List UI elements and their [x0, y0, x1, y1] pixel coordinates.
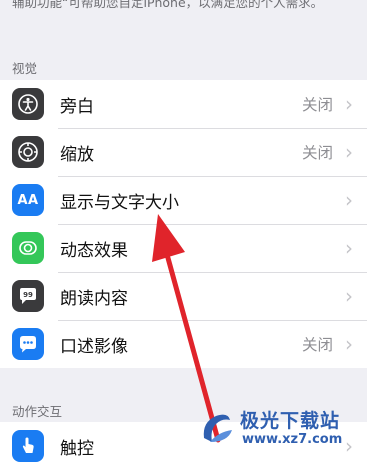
audio-description-icon [12, 328, 44, 360]
row-spoken-content[interactable]: 99 朗读内容 › [0, 272, 367, 320]
chevron-right-icon: › [345, 332, 353, 356]
zoom-icon [12, 136, 44, 168]
row-value: 关闭 [301, 96, 333, 114]
row-audio-description[interactable]: 口述影像 关闭 › [0, 320, 367, 368]
chevron-right-icon: › [345, 140, 353, 164]
chevron-right-icon: › [345, 236, 353, 260]
row-zoom[interactable]: 缩放 关闭 › [0, 128, 367, 176]
row-label: 动态效果 [60, 240, 128, 261]
row-motion[interactable]: 动态效果 › [0, 224, 367, 272]
spoken-content-icon: 99 [12, 280, 44, 312]
row-value: 关闭 [301, 336, 333, 354]
watermark-logo-icon [203, 414, 232, 442]
svg-text:99: 99 [23, 291, 33, 299]
row-label: 缩放 [60, 144, 94, 165]
text-size-icon-glyph: AA [17, 192, 39, 208]
chevron-right-icon: › [345, 284, 353, 308]
voiceover-icon [12, 88, 44, 120]
row-label: 旁白 [60, 96, 94, 117]
motion-icon [12, 232, 44, 264]
row-display-text-size[interactable]: AA 显示与文字大小 › [0, 176, 367, 224]
vision-group: 旁白 关闭 › 缩放 关闭 › AA 显示与文字大小 › 动态效果 › 99 朗… [0, 80, 367, 368]
text-size-icon: AA [12, 184, 44, 216]
section-header-vision: 视觉 [12, 61, 38, 76]
chevron-right-icon: › [345, 188, 353, 212]
watermark-title: 极光下载站 [240, 410, 341, 432]
row-label: 口述影像 [60, 336, 128, 357]
touch-icon [12, 430, 44, 462]
row-label: 显示与文字大小 [60, 192, 179, 213]
watermark-url: www.xz7.com [242, 432, 343, 447]
row-label: 朗读内容 [60, 288, 128, 309]
watermark: 极光下载站 www.xz7.com [196, 400, 366, 460]
chevron-right-icon: › [345, 92, 353, 116]
row-voiceover[interactable]: 旁白 关闭 › [0, 80, 367, 128]
intro-text: 辅助功能“可帮助您自定iPhone，以满足您的个人需求。 [12, 0, 324, 10]
section-header-interaction: 动作交互 [12, 404, 63, 419]
row-value: 关闭 [301, 144, 333, 162]
